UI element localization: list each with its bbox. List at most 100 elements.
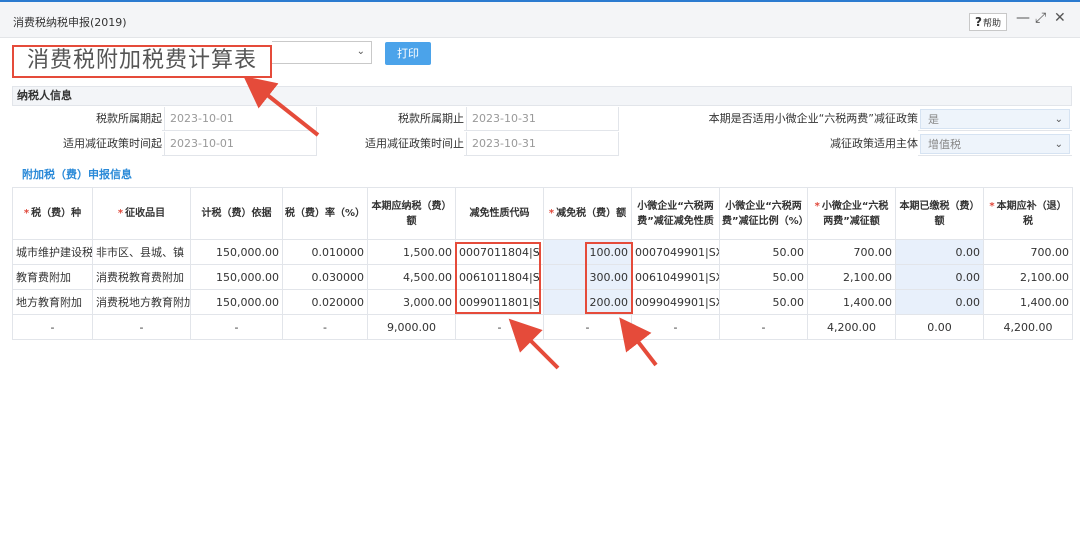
reduction-end-value: 2023-10-31 xyxy=(466,132,616,156)
table-cell: 150,000.00 xyxy=(190,264,283,290)
table-cell: 4,500.00 xyxy=(367,264,456,290)
table-cell: 消费税教育费附加 xyxy=(92,264,191,290)
table-cell: 4,200.00 xyxy=(983,314,1073,340)
table-cell: 1,400.00 xyxy=(807,289,896,315)
column-header-label: 减免性质代码 xyxy=(469,208,530,219)
cell-value: - xyxy=(139,320,144,334)
cell-value: 50.00 xyxy=(772,295,805,309)
reduction-code-select[interactable]: 0099011801|S ⌄ xyxy=(455,289,544,315)
required-mark: * xyxy=(548,208,555,219)
cell-value: 9,000.00 xyxy=(387,320,436,334)
cell-value: - xyxy=(673,320,678,334)
cell-value: 4,500.00 xyxy=(403,270,452,284)
table-cell: 1,400.00 xyxy=(983,289,1073,315)
cell-value: 150,000.00 xyxy=(216,270,279,284)
cell-value: 150,000.00 xyxy=(216,245,279,259)
column-header: 小微企业“六税两费”减征比例（%） xyxy=(719,187,809,240)
cell-value: 50.00 xyxy=(772,270,805,284)
small-policy-select[interactable]: 是 ⌄ xyxy=(920,109,1070,129)
paid-amount-input[interactable]: 0.00 xyxy=(895,239,984,265)
column-header-label: 减免税（费）额 xyxy=(556,208,627,219)
reduction-amount-input[interactable]: 300.00 xyxy=(543,264,632,290)
reduction-subject-label: 减征政策适用主体 xyxy=(618,132,918,156)
cell-value: - xyxy=(761,320,766,334)
table-cell: 50.00 xyxy=(719,289,808,315)
table-cell: 0099049901|SXA xyxy=(631,289,720,315)
column-header-label: 本期已缴税（费）额 xyxy=(899,200,980,227)
cell-value: 消费税地方教育附加 xyxy=(96,296,191,309)
reduction-amount-input[interactable]: 100.00 xyxy=(543,239,632,265)
cell-value: 消费税教育费附加 xyxy=(96,271,184,284)
cell-value: 100.00 xyxy=(589,245,629,259)
cell-value: - xyxy=(497,320,502,334)
table-row: 城市维护建设税 非市区、县城、镇 150,000.00 0.010000 1,500.0… xyxy=(12,239,1073,265)
table-cell: 700.00 xyxy=(807,239,896,265)
cell-value: 城市维护建设税 xyxy=(16,246,93,259)
table-cell: 50.00 xyxy=(719,239,808,265)
cell-value: 300.00 xyxy=(589,270,629,284)
cell-value: 1,400.00 xyxy=(843,295,892,309)
period-end-value: 2023-10-31 xyxy=(466,107,616,131)
reduction-amount-input[interactable]: 200.00 xyxy=(543,289,632,315)
table-cell: 150,000.00 xyxy=(190,289,283,315)
period-start-value: 2023-10-01 xyxy=(164,107,314,131)
cell-value: 0007011804|S xyxy=(459,245,540,259)
cell-value: 0.00 xyxy=(955,245,981,259)
maximize-icon[interactable]: ⤢ xyxy=(1035,10,1046,26)
table-cell: 非市区、县城、镇 xyxy=(92,239,191,265)
cell-value: 200.00 xyxy=(589,295,629,309)
reduction-code-select[interactable]: 0007011804|S ⌄ xyxy=(455,239,544,265)
cell-value: 2,100.00 xyxy=(843,270,892,284)
reduction-start-label: 适用减征政策时间起 xyxy=(12,132,162,156)
info-row-1: 税款所属期起 2023-10-01 税款所属期止 2023-10-31 本期是否… xyxy=(12,107,1072,131)
help-icon: ? xyxy=(975,15,982,29)
table-cell: - xyxy=(719,314,808,340)
table-cell: 9,000.00 xyxy=(367,314,456,340)
print-button[interactable]: 打印 xyxy=(385,42,431,65)
chevron-down-icon: ⌄ xyxy=(532,296,540,306)
minimize-icon[interactable]: — xyxy=(1016,10,1030,26)
table-cell: - xyxy=(12,314,93,340)
reduction-start-value: 2023-10-01 xyxy=(164,132,314,156)
column-header-label: 本期应纳税（费）额 xyxy=(371,200,452,227)
column-header: 减免性质代码 xyxy=(455,187,544,240)
form-selector-dropdown[interactable]: ⌄ xyxy=(272,41,372,64)
column-header: 小微企业“六税两费”减征减免性质 xyxy=(631,187,720,240)
cell-value: 3,000.00 xyxy=(403,295,452,309)
cell-value: - xyxy=(323,320,327,334)
cell-value: 0.00 xyxy=(955,270,981,284)
reduction-subject-value: 增值税 xyxy=(928,138,961,151)
column-header-label: 小微企业“六税两费”减征减免性质 xyxy=(637,200,714,227)
cell-value: 1,500.00 xyxy=(403,245,452,259)
total-row: - - - - 9,000.00 - - - - 4,200.00 0.00 4,200.00 xyxy=(12,314,1073,340)
reduction-code-select[interactable]: 0061011804|S ⌄ xyxy=(455,264,544,290)
chevron-down-icon: ⌄ xyxy=(532,246,540,256)
table-cell: 城市维护建设税 xyxy=(12,239,93,265)
help-button[interactable]: ?帮助 xyxy=(969,13,1007,31)
cell-value: 700.00 xyxy=(853,245,893,259)
table-cell: 3,000.00 xyxy=(367,289,456,315)
table-cell: 消费税地方教育附加 xyxy=(92,289,191,315)
column-header-label: 征收品目 xyxy=(125,208,166,219)
close-icon[interactable]: ✕ xyxy=(1054,10,1066,26)
cell-value: - xyxy=(234,320,239,334)
table-cell: - xyxy=(543,314,632,340)
column-header: 税（费）率（%） xyxy=(282,187,368,240)
cell-value: 1,400.00 xyxy=(1020,295,1069,309)
window-title: 消费税纳税申报(2019) xyxy=(13,16,127,29)
chevron-down-icon: ⌄ xyxy=(356,46,365,57)
table-cell: 0.010000 xyxy=(282,239,368,265)
small-policy-value: 是 xyxy=(928,113,939,126)
reduction-subject-select[interactable]: 增值税 ⌄ xyxy=(920,134,1070,154)
table-cell: 教育费附加 xyxy=(12,264,93,290)
table-cell: - xyxy=(92,314,191,340)
taxpayer-info-header: 纳税人信息 xyxy=(12,86,1072,106)
table-cell: 2,100.00 xyxy=(983,264,1073,290)
cell-value: 0.020000 xyxy=(311,295,365,309)
paid-amount-input[interactable]: 0.00 xyxy=(895,289,984,315)
table-header-row: * 税（费）种 * 征收品目 计税（费）依据 税（费）率（%） 本期应纳税（费）额 减免性质代… xyxy=(12,187,1073,240)
required-mark: * xyxy=(23,208,30,219)
table-cell: - xyxy=(455,314,544,340)
cell-value: 0099011801|S xyxy=(459,295,540,309)
paid-amount-input[interactable]: 0.00 xyxy=(895,264,984,290)
